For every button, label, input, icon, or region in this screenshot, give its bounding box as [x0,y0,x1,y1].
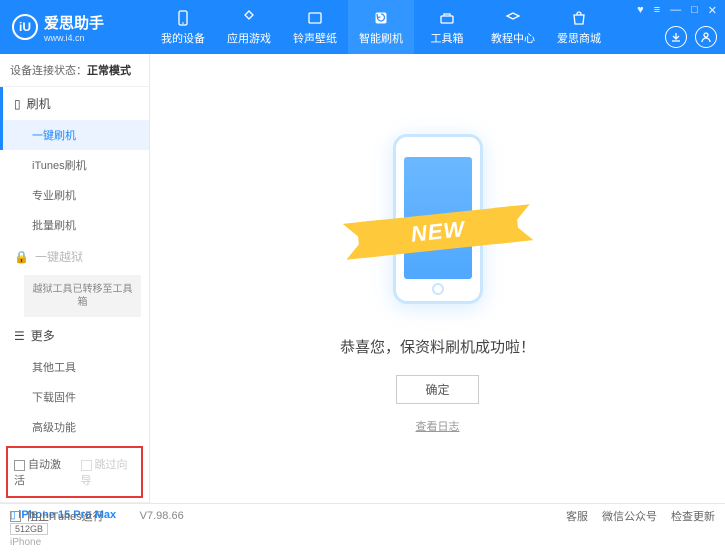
ok-button[interactable]: 确定 [396,375,478,404]
nav-smart-flash[interactable]: 智能刷机 [348,0,414,54]
graduation-icon [504,9,522,27]
sidebar-item-download-firmware[interactable]: 下载固件 [0,382,149,412]
sidebar-item-other-tools[interactable]: 其他工具 [0,352,149,382]
sidebar-group-jailbreak: 🔒 一键越狱 [0,240,149,273]
close-icon[interactable]: ✕ [708,4,717,17]
success-illustration: NEW [368,124,508,324]
toolbox-icon [438,9,456,27]
nav-my-device[interactable]: 我的设备 [150,0,216,54]
connection-status: 设备连接状态：正常模式 [0,54,149,87]
maximize-icon[interactable]: □ [691,4,698,17]
menu-icon[interactable]: ♥ [637,4,644,17]
auto-activate-checkbox[interactable]: 自动激活 [14,456,69,488]
sidebar-item-pro-flash[interactable]: 专业刷机 [0,180,149,210]
sidebar-item-advanced[interactable]: 高级功能 [0,412,149,442]
device-type: iPhone [10,537,139,548]
hamburger-icon[interactable]: ≡ [654,4,660,17]
nav-store[interactable]: 爱思商城 [546,0,612,54]
window-controls: ♥ ≡ — □ ✕ [637,4,717,17]
main-content: NEW 恭喜您，保资料刷机成功啦！ 确定 查看日志 [150,54,725,503]
support-link[interactable]: 客服 [566,508,588,524]
nav-apps[interactable]: 应用游戏 [216,0,282,54]
nav-tutorials[interactable]: 教程中心 [480,0,546,54]
refresh-icon [372,9,390,27]
app-url: www.i4.cn [44,33,104,43]
wechat-link[interactable]: 微信公众号 [602,508,657,524]
lock-icon: 🔒 [14,250,29,264]
sidebar-item-batch-flash[interactable]: 批量刷机 [0,210,149,240]
sidebar: 设备连接状态：正常模式 ▯ 刷机 一键刷机 iTunes刷机 专业刷机 批量刷机… [0,54,150,503]
sidebar-group-flash[interactable]: ▯ 刷机 [0,87,149,120]
skip-guide-checkbox[interactable]: 跳过向导 [81,456,136,488]
sidebar-group-more[interactable]: ☰ 更多 [0,319,149,352]
sidebar-item-jailbreak-moved[interactable]: 越狱工具已转移至工具箱 [24,275,141,317]
download-button[interactable] [665,26,687,48]
nav-ringtones[interactable]: 铃声壁纸 [282,0,348,54]
app-name: 爱思助手 [44,12,104,33]
highlighted-options: 自动激活 跳过向导 [6,446,143,498]
user-button[interactable] [695,26,717,48]
view-log-link[interactable]: 查看日志 [416,418,460,434]
minimize-icon[interactable]: — [670,4,681,17]
image-icon [306,9,324,27]
sidebar-item-itunes-flash[interactable]: iTunes刷机 [0,150,149,180]
apps-icon [240,9,258,27]
logo-icon: iU [12,14,38,40]
phone-small-icon: ▯ [14,97,21,111]
phone-icon [174,9,192,27]
top-nav: 我的设备 应用游戏 铃声壁纸 智能刷机 工具箱 教程中心 爱思商城 [150,0,612,54]
app-header: iU 爱思助手 www.i4.cn 我的设备 应用游戏 铃声壁纸 智能刷机 工具… [0,0,725,54]
bag-icon [570,9,588,27]
header-right-buttons [665,26,717,48]
list-icon: ☰ [14,329,25,343]
logo: iU 爱思助手 www.i4.cn [0,12,150,43]
block-itunes-checkbox[interactable]: 阻止iTunes运行 [10,508,104,524]
sidebar-item-onekey-flash[interactable]: 一键刷机 [0,120,149,150]
new-ribbon: NEW [356,205,519,258]
success-message: 恭喜您，保资料刷机成功啦！ [340,336,535,357]
check-update-link[interactable]: 检查更新 [671,508,715,524]
version-label: V7.98.66 [140,510,184,522]
device-storage: 512GB [10,523,48,535]
nav-toolbox[interactable]: 工具箱 [414,0,480,54]
